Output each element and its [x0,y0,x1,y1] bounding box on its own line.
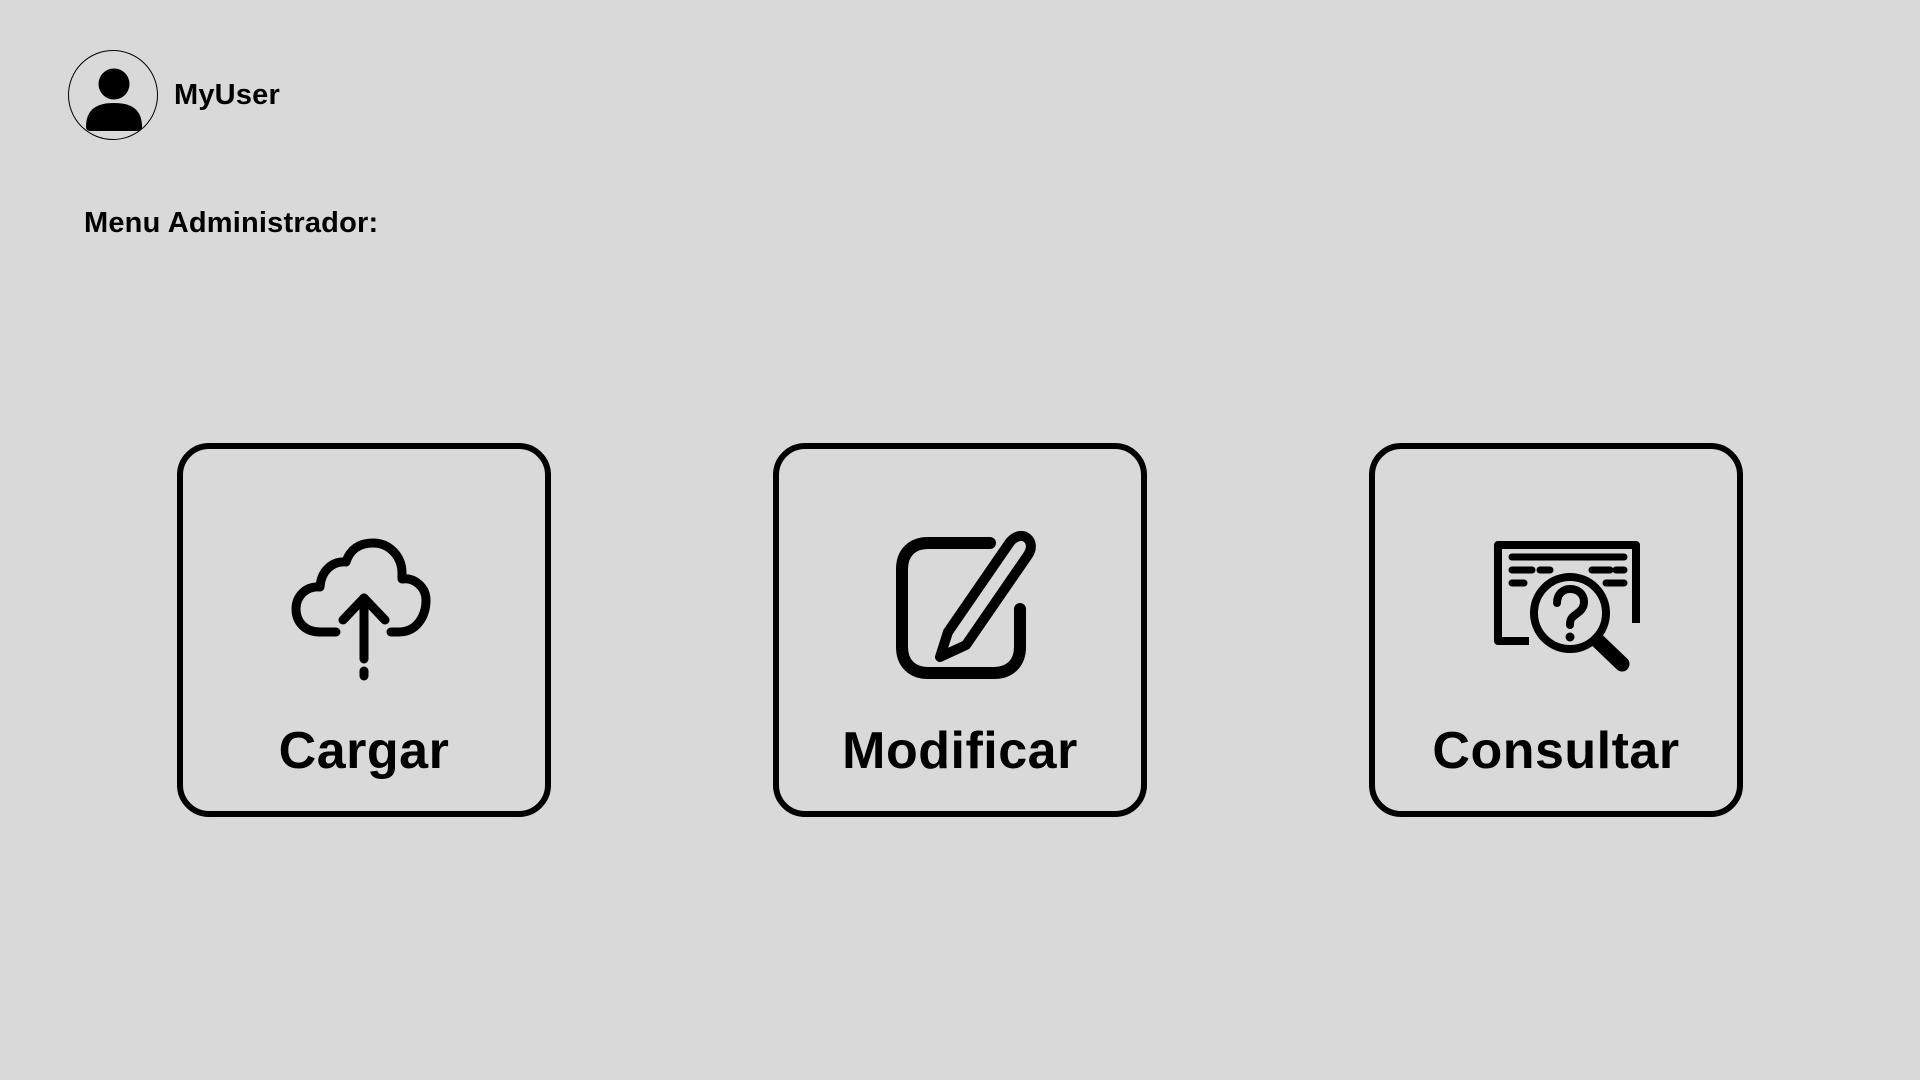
consultar-button[interactable]: Consultar [1369,443,1743,817]
menu-title: Menu Administrador: [84,207,379,239]
modificar-label: Modificar [842,722,1078,780]
search-document-question-icon [1494,541,1640,672]
consultar-label: Consultar [1432,722,1680,780]
cargar-button[interactable]: Cargar [177,443,551,817]
user-icon [86,68,142,131]
user-profile[interactable]: MyUser [68,50,280,140]
avatar[interactable] [68,50,158,140]
modificar-button[interactable]: Modificar [773,443,1147,817]
cargar-label: Cargar [278,722,450,780]
cloud-upload-icon [291,538,431,681]
edit-icon [896,530,1036,679]
username: MyUser [174,78,280,111]
